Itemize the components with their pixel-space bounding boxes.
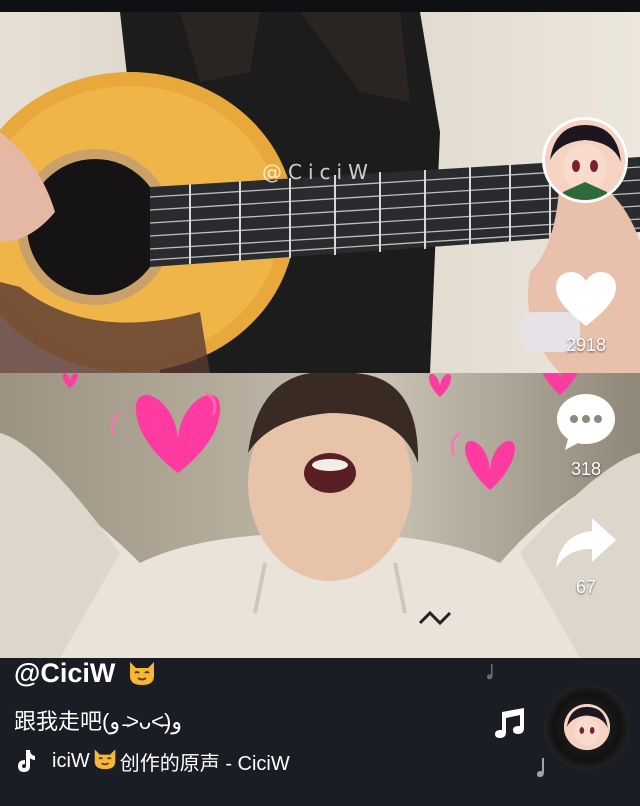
tiktok-note-icon xyxy=(18,750,35,772)
comment-button[interactable]: 318 xyxy=(548,392,624,480)
like-button[interactable]: 2918 xyxy=(548,270,624,356)
cat-emoji-icon xyxy=(92,746,118,776)
comment-count: 318 xyxy=(570,459,602,479)
avatar-image xyxy=(545,120,625,200)
video-clip-guitar: @CiciW xyxy=(0,12,640,373)
disc-cover-image xyxy=(564,704,610,750)
music-note-icon xyxy=(487,664,493,680)
share-count: 67 xyxy=(575,577,597,597)
video-watermark: @CiciW xyxy=(262,160,374,184)
cat-emoji-icon xyxy=(127,658,157,693)
heart-icon xyxy=(556,272,616,326)
like-count: 2918 xyxy=(565,335,607,355)
share-icon xyxy=(556,518,616,568)
music-disc[interactable] xyxy=(544,684,630,770)
video-clip-reaction xyxy=(0,373,640,658)
post-caption: 跟我走吧(و ˃̵ᴗ˂̵)و xyxy=(14,709,182,734)
music-author: iciW xyxy=(52,749,90,772)
guitar-scene xyxy=(0,12,640,373)
author-username[interactable]: @CiciW xyxy=(14,658,115,688)
author-username-row[interactable]: @CiciW xyxy=(14,658,157,693)
video-player[interactable]: @CiciW xyxy=(0,12,640,658)
music-note-icon xyxy=(495,708,524,738)
comment-icon xyxy=(557,394,615,450)
share-button[interactable]: 67 xyxy=(548,516,624,598)
creator-avatar[interactable] xyxy=(542,117,628,203)
music-note-icon xyxy=(537,758,544,777)
music-info[interactable]: iciW 创作的原声 - CiciW xyxy=(14,746,290,776)
music-title: 创作的原声 - CiciW xyxy=(119,752,290,775)
reaction-scene xyxy=(0,373,640,658)
status-strip xyxy=(0,0,640,12)
